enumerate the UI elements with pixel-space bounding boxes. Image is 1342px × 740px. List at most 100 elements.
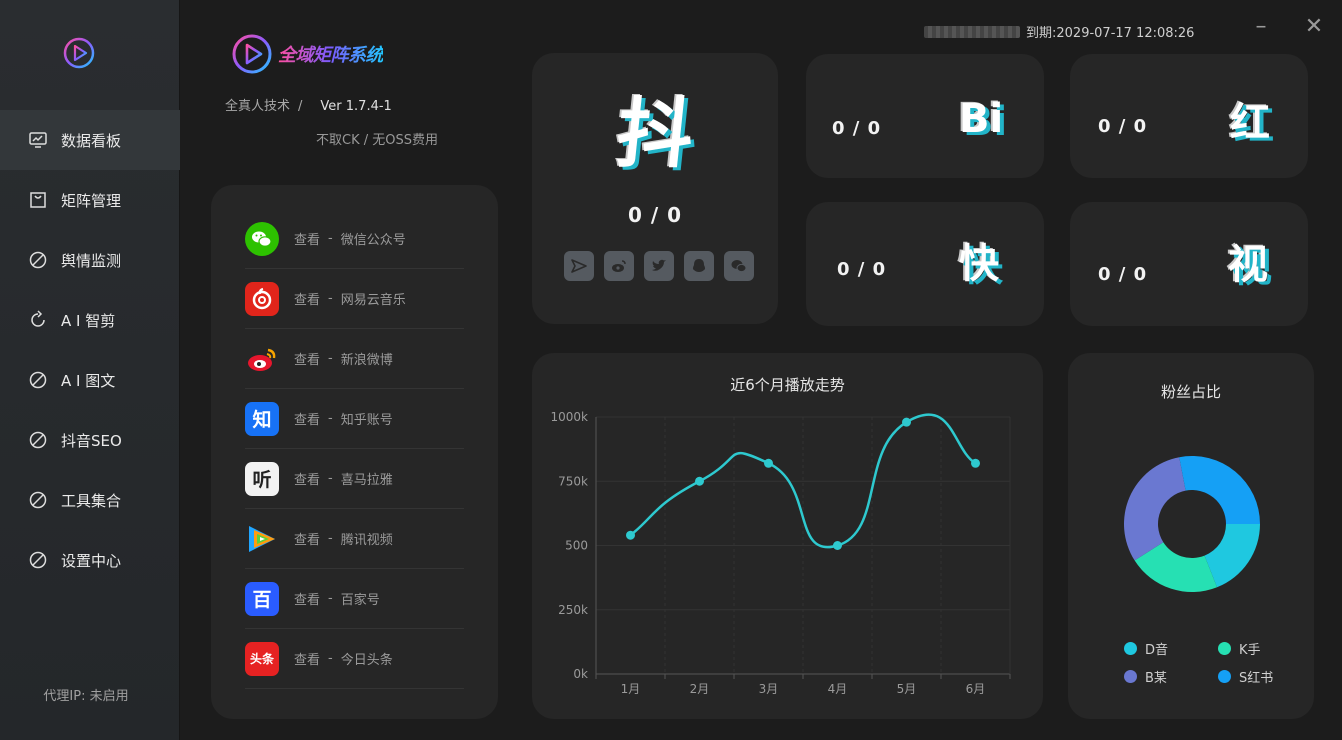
link-dash: -: [328, 231, 333, 246]
legend-item[interactable]: B某: [1124, 667, 1167, 686]
legend-label: S红书: [1239, 671, 1274, 686]
link-name: 腾讯视频: [340, 533, 393, 548]
fans-ratio-chart-card: 粉丝占比 D音 K手 B某 S红书: [1068, 353, 1314, 719]
weibo-icon[interactable]: [604, 251, 634, 281]
qq-icon[interactable]: [684, 251, 714, 281]
link-name: 微信公众号: [340, 233, 406, 248]
x-tick-label: 3月: [759, 682, 779, 696]
link-dash: -: [328, 591, 333, 606]
x-tick-label: 5月: [897, 682, 917, 696]
expire-info: 到期:2029-07-17 12:08:26: [924, 22, 1194, 41]
send-icon[interactable]: [564, 251, 594, 281]
platform-links-panel: 查看 - 微信公众号 查看 - 网易云音乐 查看 - 新浪微博知 查看 - 知乎…: [211, 185, 498, 719]
play-trend-chart-card: 近6个月播放走势 0k 250k 500 750k 1000k 1月 2月 3月 4月 5月 6月: [532, 353, 1043, 719]
donut-chart: [1124, 456, 1260, 592]
link-row-1[interactable]: 查看 - 网易云音乐: [245, 269, 464, 329]
legend-label: B某: [1145, 671, 1167, 686]
link-dash: -: [328, 651, 333, 666]
ximalaya-icon: 听: [245, 461, 279, 496]
link-action: 查看: [294, 293, 321, 308]
baijiahao-icon: 百: [245, 581, 279, 616]
link-row-6[interactable]: 百 查看 - 百家号: [245, 569, 464, 629]
link-name: 今日头条: [340, 653, 393, 668]
sidebar-item-label: A I 图文: [61, 371, 116, 390]
minimize-button[interactable]: –: [1248, 14, 1274, 40]
legend-label: K手: [1239, 643, 1261, 658]
douyin-card[interactable]: 抖 0 / 0: [532, 53, 778, 324]
sidebar-item-label: 抖音SEO: [61, 431, 122, 450]
link-row-7[interactable]: 头条 查看 - 今日头条: [245, 629, 464, 689]
sidebar-item-5[interactable]: 抖音SEO: [0, 410, 180, 470]
bili-card[interactable]: 0 / 0 Bi: [806, 54, 1044, 178]
douyin-count: 0 / 0: [627, 203, 683, 227]
sidebar-item-2[interactable]: 舆情监测: [0, 230, 180, 290]
link-row-0[interactable]: 查看 - 微信公众号: [245, 209, 464, 269]
link-row-2[interactable]: 查看 - 新浪微博: [245, 329, 464, 389]
legend-dot: [1218, 642, 1231, 655]
breadcrumb: 全真人技术 / Ver 1.7.4-1: [225, 95, 392, 114]
ban-circle-icon: [29, 371, 47, 389]
twitter-icon[interactable]: [644, 251, 674, 281]
y-tick-label: 750k: [558, 474, 588, 488]
sidebar-item-4[interactable]: A I 图文: [0, 350, 180, 410]
monitor-chart-icon: [29, 132, 47, 148]
app-title: 全域矩阵系统: [278, 41, 384, 67]
link-row-4[interactable]: 听 查看 - 喜马拉雅: [245, 449, 464, 509]
y-tick-label: 500: [565, 539, 588, 553]
expire-date: 到期:2029-07-17 12:08:26: [1026, 26, 1195, 41]
video-card[interactable]: 0 / 0 视: [1070, 202, 1308, 326]
x-tick-label: 6月: [966, 682, 986, 696]
sidebar-item-0[interactable]: 数据看板: [0, 110, 180, 170]
link-action: 查看: [294, 233, 321, 248]
legend-dot: [1124, 642, 1137, 655]
kuai-card[interactable]: 0 / 0 快: [806, 202, 1044, 326]
legend-item[interactable]: K手: [1218, 639, 1261, 658]
sidebar: 数据看板 矩阵管理 舆情监测 A I 智剪 A I 图文 抖音SEO 工具集合设置中心 代理…: [0, 0, 180, 740]
zhihu-icon: 知: [245, 401, 279, 436]
legend-label: D音: [1145, 643, 1169, 658]
weibo-icon: [245, 342, 279, 376]
sidebar-item-label: 设置中心: [61, 551, 122, 570]
x-tick-label: 2月: [690, 682, 710, 696]
link-row-5[interactable]: 查看 - 腾讯视频: [245, 509, 464, 569]
x-tick-label: 4月: [828, 682, 848, 696]
legend-dot: [1218, 670, 1231, 683]
sidebar-item-3[interactable]: A I 智剪: [0, 290, 180, 350]
link-action: 查看: [294, 473, 321, 488]
close-button[interactable]: ✕: [1301, 14, 1327, 40]
sidebar-item-label: 工具集合: [61, 491, 122, 510]
sidebar-item-7[interactable]: 设置中心: [0, 530, 180, 590]
wechat-icon[interactable]: [724, 251, 754, 281]
sidebar-item-1[interactable]: 矩阵管理: [0, 170, 180, 230]
link-row-3[interactable]: 知 查看 - 知乎账号: [245, 389, 464, 449]
donut-slice[interactable]: [1179, 456, 1260, 524]
link-dash: -: [328, 411, 333, 426]
wechat-icon: [245, 221, 279, 256]
app-logo-icon: [63, 37, 95, 69]
brand-play-icon: [232, 34, 272, 74]
red-card[interactable]: 0 / 0 红: [1070, 54, 1308, 178]
data-point: [902, 417, 911, 427]
link-action: 查看: [294, 353, 321, 368]
line-chart: 0k 250k 500 750k 1000k 1月 2月 3月 4月 5月 6月: [551, 410, 1011, 696]
sidebar-item-6[interactable]: 工具集合: [0, 470, 180, 530]
legend-item[interactable]: D音: [1124, 639, 1168, 658]
sidebar-item-label: A I 智剪: [61, 311, 116, 330]
legend-item[interactable]: S红书: [1218, 667, 1273, 686]
link-name: 新浪微博: [340, 353, 393, 368]
red-count: 0 / 0: [1098, 116, 1148, 137]
refresh-icon: [31, 310, 45, 327]
data-point: [971, 458, 980, 468]
link-dash: -: [328, 471, 333, 486]
link-action: 查看: [294, 653, 321, 668]
breadcrumb-separator: /: [298, 99, 303, 114]
proxy-status: 代理IP: 未启用: [43, 689, 129, 704]
link-action: 查看: [294, 593, 321, 608]
donut-slice[interactable]: [1124, 457, 1186, 561]
link-dash: -: [328, 531, 333, 546]
data-point: [695, 476, 704, 486]
breadcrumb-item[interactable]: 全真人技术: [225, 99, 290, 114]
link-dash: -: [328, 291, 333, 306]
video-char: 视: [1228, 242, 1268, 288]
x-tick-label: 1月: [621, 682, 641, 696]
